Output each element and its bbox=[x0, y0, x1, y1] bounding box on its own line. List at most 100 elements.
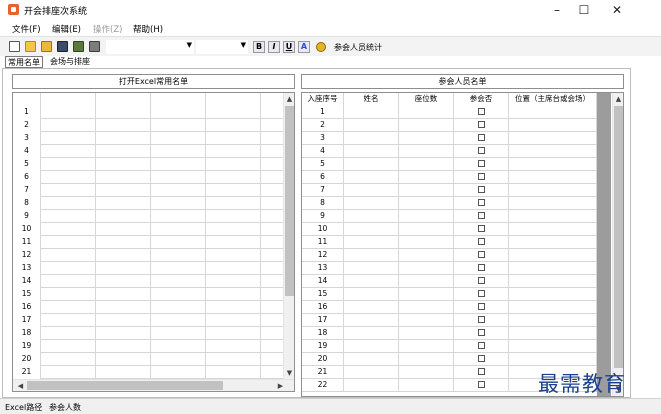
table-row[interactable]: 8 bbox=[13, 197, 284, 210]
table-cell[interactable] bbox=[96, 171, 151, 184]
table-cell[interactable] bbox=[96, 236, 151, 249]
table-row[interactable]: 9 bbox=[302, 210, 597, 223]
table-cell[interactable] bbox=[261, 288, 284, 301]
header-attend[interactable]: 参会否 bbox=[454, 93, 509, 106]
print-icon[interactable] bbox=[89, 41, 100, 52]
name-cell[interactable] bbox=[344, 301, 399, 314]
table-cell[interactable] bbox=[261, 262, 284, 275]
table-cell[interactable] bbox=[96, 210, 151, 223]
table-cell[interactable] bbox=[41, 366, 96, 379]
table-cell[interactable] bbox=[206, 301, 261, 314]
name-cell[interactable] bbox=[344, 223, 399, 236]
name-cell[interactable] bbox=[344, 288, 399, 301]
seat-number-cell[interactable]: 16 bbox=[302, 301, 344, 314]
table-cell[interactable] bbox=[96, 184, 151, 197]
seat-number-cell[interactable]: 6 bbox=[302, 171, 344, 184]
stats-icon[interactable] bbox=[316, 42, 326, 52]
table-cell[interactable] bbox=[261, 184, 284, 197]
stats-button[interactable]: 参会人员统计 bbox=[334, 42, 382, 53]
table-cell[interactable] bbox=[96, 223, 151, 236]
scroll-up-icon[interactable]: ▲ bbox=[284, 93, 294, 105]
name-cell[interactable] bbox=[344, 197, 399, 210]
table-cell[interactable] bbox=[96, 262, 151, 275]
menu-file[interactable]: 文件(F) bbox=[12, 23, 41, 35]
table-row[interactable]: 3 bbox=[13, 132, 284, 145]
attend-checkbox[interactable] bbox=[477, 316, 485, 323]
table-cell[interactable] bbox=[96, 275, 151, 288]
table-cell[interactable] bbox=[206, 106, 261, 119]
seats-cell[interactable] bbox=[399, 210, 454, 223]
seat-number-cell[interactable]: 17 bbox=[302, 314, 344, 327]
table-row[interactable]: 5 bbox=[302, 158, 597, 171]
table-cell[interactable] bbox=[96, 145, 151, 158]
table-cell[interactable] bbox=[41, 210, 96, 223]
table-cell[interactable] bbox=[41, 184, 96, 197]
table-cell[interactable] bbox=[151, 249, 206, 262]
table-cell[interactable] bbox=[96, 288, 151, 301]
tab-common-list[interactable]: 常用名单 bbox=[5, 56, 43, 68]
maximize-button[interactable]: ☐ bbox=[567, 0, 601, 20]
attend-checkbox[interactable] bbox=[477, 238, 485, 245]
open-folder-icon[interactable] bbox=[25, 41, 36, 52]
attend-checkbox[interactable] bbox=[477, 264, 485, 271]
table-cell[interactable] bbox=[96, 366, 151, 379]
position-cell[interactable] bbox=[509, 106, 597, 119]
seats-cell[interactable] bbox=[399, 379, 454, 392]
seats-cell[interactable] bbox=[399, 197, 454, 210]
table-cell[interactable] bbox=[41, 340, 96, 353]
seat-number-cell[interactable]: 15 bbox=[302, 288, 344, 301]
seats-cell[interactable] bbox=[399, 171, 454, 184]
seats-cell[interactable] bbox=[399, 314, 454, 327]
table-cell[interactable] bbox=[206, 327, 261, 340]
table-row[interactable]: 5 bbox=[13, 158, 284, 171]
seats-cell[interactable] bbox=[399, 119, 454, 132]
table-cell[interactable] bbox=[206, 340, 261, 353]
right-vertical-scrollbar[interactable]: ▲ ▼ bbox=[612, 93, 623, 396]
table-row[interactable]: 16 bbox=[13, 301, 284, 314]
name-cell[interactable] bbox=[344, 145, 399, 158]
table-cell[interactable] bbox=[96, 353, 151, 366]
seat-number-cell[interactable]: 22 bbox=[302, 379, 344, 392]
header-position[interactable]: 位置（主席台或会场） bbox=[509, 93, 597, 106]
table-row[interactable]: 12 bbox=[13, 249, 284, 262]
table-row[interactable]: 1 bbox=[302, 106, 597, 119]
attend-checkbox[interactable] bbox=[477, 342, 485, 349]
table-cell[interactable] bbox=[261, 210, 284, 223]
table-cell[interactable] bbox=[41, 275, 96, 288]
position-cell[interactable] bbox=[509, 275, 597, 288]
table-row[interactable]: 3 bbox=[302, 132, 597, 145]
table-row[interactable]: 17 bbox=[13, 314, 284, 327]
table-cell[interactable] bbox=[261, 171, 284, 184]
table-cell[interactable] bbox=[206, 262, 261, 275]
seat-number-cell[interactable]: 14 bbox=[302, 275, 344, 288]
position-cell[interactable] bbox=[509, 314, 597, 327]
name-cell[interactable] bbox=[344, 132, 399, 145]
position-cell[interactable] bbox=[509, 184, 597, 197]
table-row[interactable]: 13 bbox=[13, 262, 284, 275]
position-cell[interactable] bbox=[509, 210, 597, 223]
seats-cell[interactable] bbox=[399, 132, 454, 145]
table-cell[interactable] bbox=[41, 158, 96, 171]
table-cell[interactable] bbox=[261, 197, 284, 210]
table-cell[interactable] bbox=[151, 314, 206, 327]
attend-checkbox[interactable] bbox=[477, 303, 485, 310]
table-row[interactable]: 14 bbox=[302, 275, 597, 288]
table-cell[interactable] bbox=[151, 366, 206, 379]
table-cell[interactable] bbox=[206, 184, 261, 197]
name-cell[interactable] bbox=[344, 314, 399, 327]
position-cell[interactable] bbox=[509, 145, 597, 158]
name-cell[interactable] bbox=[344, 210, 399, 223]
attend-checkbox[interactable] bbox=[477, 160, 485, 167]
table-row[interactable]: 15 bbox=[302, 288, 597, 301]
attend-checkbox[interactable] bbox=[477, 368, 485, 375]
table-cell[interactable] bbox=[206, 197, 261, 210]
table-row[interactable]: 7 bbox=[13, 184, 284, 197]
position-cell[interactable] bbox=[509, 158, 597, 171]
seat-number-cell[interactable]: 18 bbox=[302, 327, 344, 340]
seats-cell[interactable] bbox=[399, 340, 454, 353]
table-cell[interactable] bbox=[96, 249, 151, 262]
table-cell[interactable] bbox=[41, 236, 96, 249]
table-row[interactable]: 4 bbox=[302, 145, 597, 158]
attend-checkbox[interactable] bbox=[477, 173, 485, 180]
table-row[interactable]: 2 bbox=[13, 119, 284, 132]
